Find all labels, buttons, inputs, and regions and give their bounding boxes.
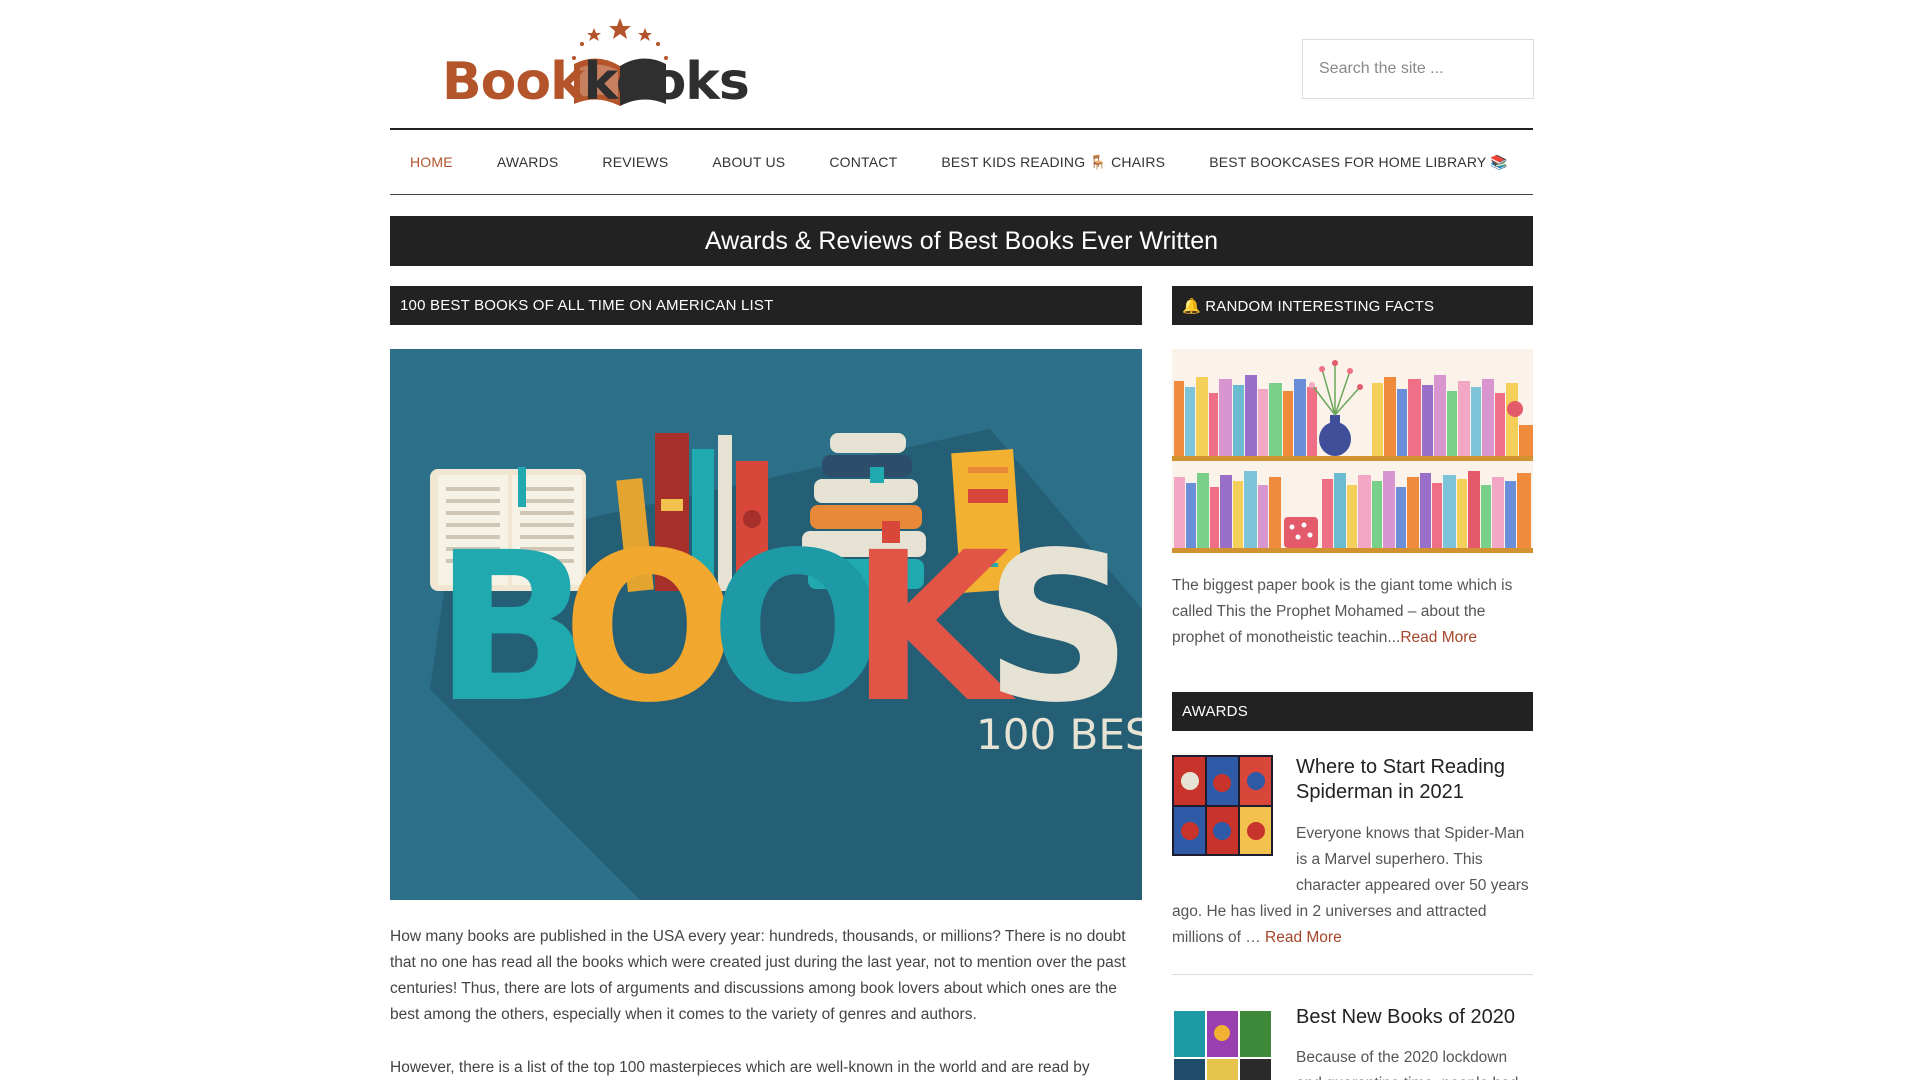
site-logo[interactable]: Bookkooks: [442, 14, 750, 112]
post-title-spiderman[interactable]: Where to Start Reading Spiderman in 2021: [1296, 755, 1533, 805]
widget-title-random-facts: 🔔 RANDOM INTERESTING FACTS: [1172, 286, 1533, 325]
post-excerpt-best-2020: Because of the 2020 lockdown and quarant…: [1172, 1045, 1533, 1080]
logo-wordmark: Bookkooks: [442, 52, 750, 112]
article-paragraph-1: How many books are published in the USA …: [390, 928, 1126, 1023]
bookshelf-image[interactable]: [1172, 349, 1533, 553]
nav-item-best-kids-reading-chairs[interactable]: BEST KIDS READING 🪑 CHAIRS: [941, 154, 1165, 171]
section-title[interactable]: 100 BEST BOOKS OF ALL TIME ON AMERICAN L…: [390, 286, 1142, 325]
post-divider: [1172, 974, 1533, 975]
post-read-more-link[interactable]: Read More: [1265, 929, 1342, 946]
search-input[interactable]: [1302, 39, 1534, 99]
main-content: 100 BEST BOOKS OF ALL TIME ON AMERICAN L…: [390, 286, 1142, 1076]
random-fact-read-more-link[interactable]: Read More: [1400, 629, 1477, 646]
post-excerpt-spiderman: Everyone knows that Spider-Man is a Marv…: [1172, 821, 1533, 951]
bookshelf-illustration: [1172, 349, 1533, 553]
logo-word-part2: kooks: [583, 52, 750, 112]
main-nav: HOME AWARDS REVIEWS ABOUT US CONTACT BES…: [390, 128, 1533, 195]
article-paragraph-2: However, there is a list of the top 100 …: [390, 1059, 1090, 1076]
post-title-best-2020[interactable]: Best New Books of 2020: [1296, 1005, 1533, 1030]
nav-item-best-bookcases[interactable]: BEST BOOKCASES FOR HOME LIBRARY 📚: [1209, 154, 1508, 171]
hero-caption: 100 BEST: [976, 710, 1142, 759]
random-fact-text: The biggest paper book is the giant tome…: [1172, 573, 1533, 651]
sidebar: 🔔 RANDOM INTERESTING FACTS The biggest p…: [1172, 286, 1533, 1080]
featured-image[interactable]: B O O K S 100 BEST: [390, 349, 1142, 900]
nav-item-contact[interactable]: CONTACT: [829, 154, 897, 170]
logo-word-part1: Book: [442, 52, 585, 112]
nav-item-reviews[interactable]: REVIEWS: [602, 154, 668, 170]
books-illustration: B O O K S 100 BEST: [390, 349, 1142, 900]
post-excerpt-text: Because of the 2020 lockdown and quarant…: [1296, 1049, 1518, 1080]
site-title-banner: Awards & Reviews of Best Books Ever Writ…: [390, 216, 1533, 266]
nav-item-awards[interactable]: AWARDS: [497, 154, 559, 170]
widget-title-awards: AWARDS: [1172, 692, 1533, 731]
nav-item-home[interactable]: HOME: [410, 154, 453, 170]
nav-item-about-us[interactable]: ABOUT US: [712, 154, 785, 170]
